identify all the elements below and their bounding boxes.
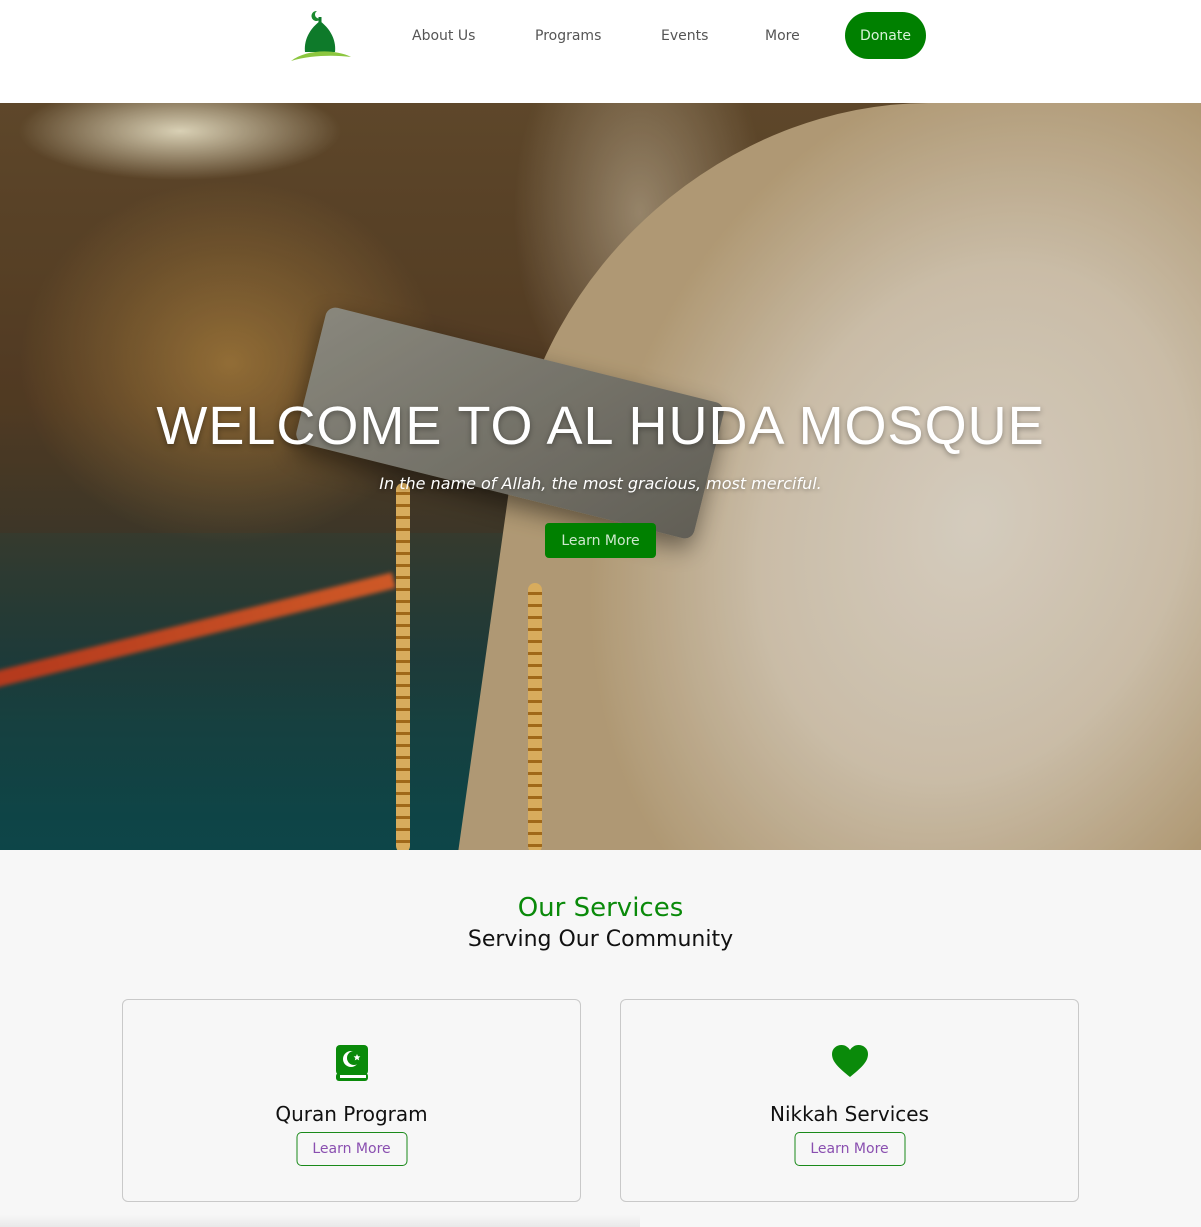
nav-more[interactable]: More [765, 26, 800, 46]
quran-learn-more-button[interactable]: Learn More [296, 1132, 407, 1166]
hero-banner: WELCOME TO AL HUDA MOSQUE In the name of… [0, 103, 1201, 850]
service-card-quran: Quran Program Learn More [122, 999, 581, 1202]
hero-title: WELCOME TO AL HUDA MOSQUE [156, 396, 1045, 456]
quran-icon [335, 1044, 369, 1086]
nav-programs[interactable]: Programs [535, 26, 601, 46]
service-card-nikkah: Nikkah Services Learn More [620, 999, 1079, 1202]
donate-button[interactable]: Donate [845, 12, 926, 59]
services-subtitle: Serving Our Community [467, 927, 734, 952]
mosque-logo[interactable] [287, 9, 355, 65]
nav-events[interactable]: Events [661, 26, 708, 46]
site-header: About Us Programs Events More Donate [0, 0, 1201, 103]
nikkah-learn-more-button[interactable]: Learn More [794, 1132, 905, 1166]
hero-learn-more-button[interactable]: Learn More [545, 523, 656, 558]
service-card-title: Nikkah Services [770, 1102, 929, 1126]
hero-subtitle: In the name of Allah, the most gracious,… [379, 474, 822, 493]
service-card-title: Quran Program [275, 1102, 428, 1126]
nav-about-us[interactable]: About Us [412, 26, 475, 46]
footer-shadow [0, 1215, 640, 1227]
services-title: Our Services [517, 893, 684, 923]
heart-icon [831, 1044, 869, 1082]
